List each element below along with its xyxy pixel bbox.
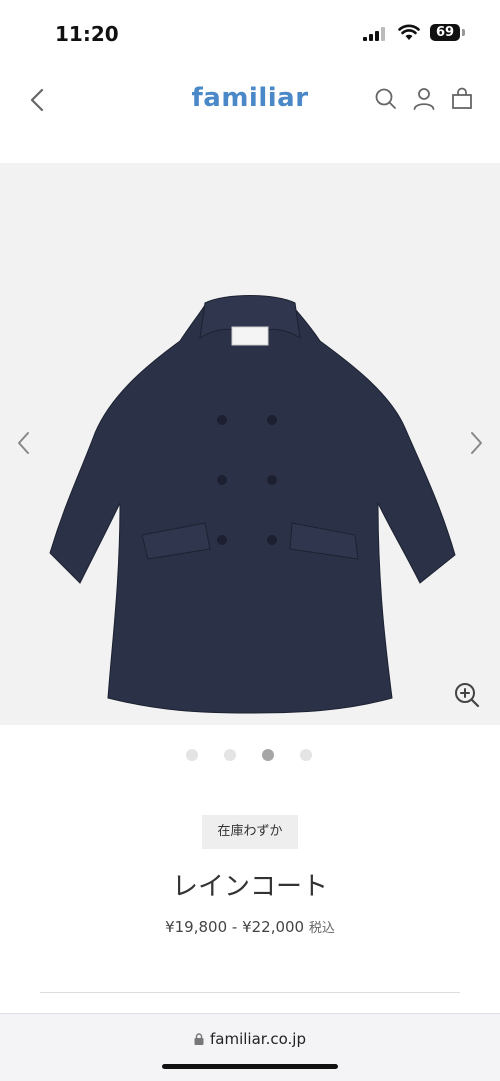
wifi-icon [398, 24, 420, 40]
section-divider [40, 992, 460, 993]
gallery-dot[interactable] [262, 749, 274, 761]
tax-label: 税込 [308, 921, 335, 936]
browser-address-bar: familiar.co.jp [0, 1013, 500, 1081]
status-time: 11:20 [55, 22, 119, 46]
product-title: レインコート [171, 872, 328, 902]
gallery-dot[interactable] [224, 749, 236, 761]
cellular-signal-icon [363, 27, 385, 41]
zoom-in-icon[interactable] [452, 680, 482, 710]
site-header: familiar [0, 64, 500, 136]
home-indicator[interactable] [162, 1064, 338, 1069]
gallery-dot[interactable] [300, 749, 312, 761]
gallery-pagination-dots [0, 748, 500, 762]
price-range: ¥19,800 - ¥22,000 [165, 918, 305, 936]
gallery-dot[interactable] [186, 749, 198, 761]
account-icon[interactable] [411, 86, 437, 112]
cart-bag-icon[interactable] [449, 86, 475, 112]
battery-indicator: 69 [430, 24, 460, 41]
product-image-raincoat [49, 295, 456, 714]
search-icon[interactable] [373, 86, 399, 112]
battery-tip [462, 29, 465, 36]
gallery-next-arrow-icon[interactable] [464, 428, 488, 458]
product-price: ¥19,800 - ¥22,000 税込 [0, 917, 500, 936]
lock-icon [194, 1033, 204, 1045]
stock-status-badge: 在庫わずか [202, 815, 298, 849]
gallery-prev-arrow-icon[interactable] [12, 428, 36, 458]
url-field[interactable]: familiar.co.jp [0, 1030, 500, 1048]
url-text: familiar.co.jp [210, 1030, 306, 1048]
product-image-gallery[interactable] [0, 163, 500, 725]
status-bar: 11:20 69 [0, 0, 500, 64]
